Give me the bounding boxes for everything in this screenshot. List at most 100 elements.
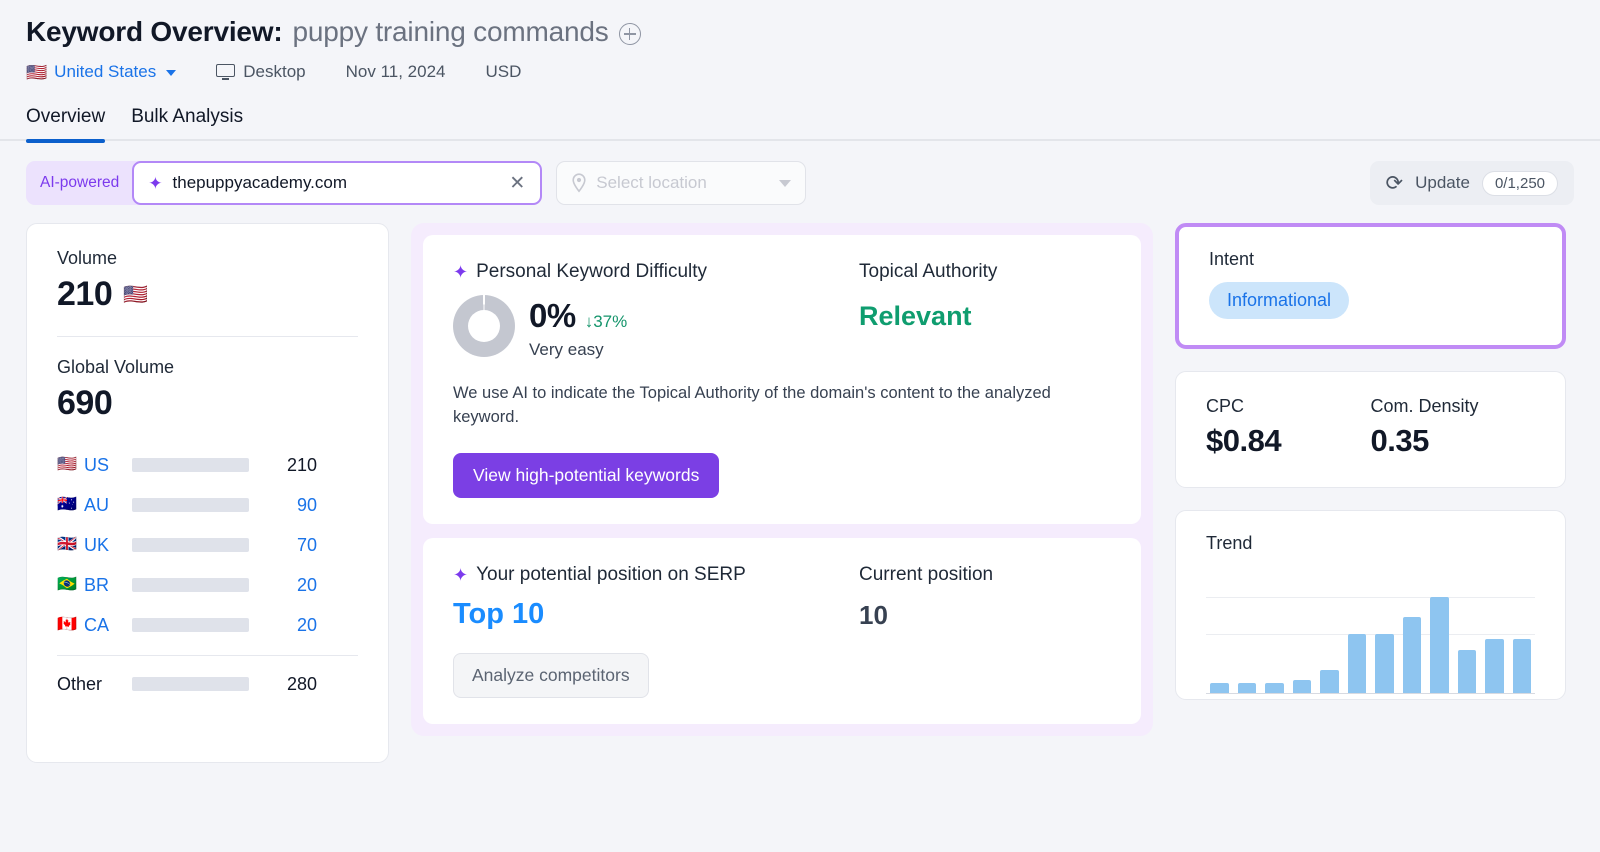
filter-bar: AI-powered ✦ thepuppyacademy.com ✕ Selec… — [0, 141, 1600, 205]
volume-value: 210 — [57, 275, 112, 314]
country-bar-track — [132, 538, 249, 552]
potential-position-header: ✦ Your potential position on SERP — [453, 564, 859, 586]
global-volume-value: 690 — [57, 384, 358, 423]
keyword-label: puppy training commands — [292, 16, 608, 48]
tab-overview-label: Overview — [26, 106, 105, 127]
keyword-overview-page: Keyword Overview: puppy training command… — [0, 0, 1600, 852]
currency-label-wrap: USD — [485, 62, 521, 82]
country-bar-track — [132, 458, 249, 472]
country-code: CA — [84, 615, 132, 636]
country-code: US — [84, 455, 132, 476]
difficulty-card: ✦ Personal Keyword Difficulty 0% ↓37% Ve… — [423, 235, 1141, 524]
tab-overview[interactable]: Overview — [26, 106, 105, 141]
country-volume-value: 20 — [265, 575, 317, 596]
other-value: 280 — [265, 674, 317, 695]
tab-bulk-analysis-label: Bulk Analysis — [131, 106, 243, 127]
trend-bar — [1430, 597, 1449, 693]
trend-bars — [1210, 574, 1531, 693]
trend-bar — [1485, 639, 1504, 693]
device-indicator: Desktop — [216, 62, 305, 82]
update-button[interactable]: ⟳ Update 0/1,250 — [1370, 161, 1574, 205]
pkd-header: ✦ Personal Keyword Difficulty — [453, 261, 859, 283]
left-column: Volume 210 🇺🇸 Global Volume 690 🇺🇸US210🇦… — [26, 223, 389, 763]
us-flag-icon: 🇺🇸 — [26, 64, 47, 81]
pkd-value-row: 0% ↓37% Very easy — [453, 295, 859, 360]
country-bar-track — [132, 578, 249, 592]
domain-input-value: thepuppyacademy.com — [173, 173, 497, 193]
pkd-value: 0% — [529, 297, 576, 335]
country-volume-list: 🇺🇸US210🇦🇺AU90🇬🇧UK70🇧🇷BR20🇨🇦CA20 — [57, 445, 358, 645]
trend-chart — [1206, 574, 1535, 694]
sparkle-icon: ✦ — [453, 263, 468, 281]
trend-bar — [1458, 650, 1477, 693]
add-keyword-icon[interactable] — [619, 23, 641, 45]
ai-powered-label: AI-powered — [40, 174, 132, 192]
tab-bulk-analysis[interactable]: Bulk Analysis — [131, 106, 243, 141]
trend-bar — [1210, 683, 1229, 693]
serp-head-row: ✦ Your potential position on SERP Top 10… — [453, 564, 1111, 631]
trend-baseline — [1206, 693, 1535, 694]
country-bar-track — [132, 618, 249, 632]
page-title: Keyword Overview: — [26, 16, 282, 48]
country-row[interactable]: 🇺🇸US 210 — [57, 445, 358, 485]
topical-authority-value: Relevant — [859, 301, 997, 332]
trend-card: Trend — [1175, 510, 1566, 700]
update-label: Update — [1415, 173, 1470, 193]
other-row: Other 280 — [57, 664, 358, 704]
country-volume-value: 70 — [265, 535, 317, 556]
country-volume-value: 210 — [265, 455, 317, 476]
divider — [57, 336, 358, 337]
potential-position-value: Top 10 — [453, 598, 859, 631]
density-label: Com. Density — [1371, 396, 1536, 417]
serp-position-card: ✦ Your potential position on SERP Top 10… — [423, 538, 1141, 724]
potential-position-block: ✦ Your potential position on SERP Top 10 — [453, 564, 859, 631]
pkd-value-line: 0% ↓37% — [529, 297, 627, 335]
cpc-block: CPC $0.84 — [1206, 396, 1371, 459]
country-label: United States — [54, 62, 156, 82]
intent-badge[interactable]: Informational — [1209, 282, 1349, 319]
title-row: Keyword Overview: puppy training command… — [26, 16, 1600, 48]
main-grid: Volume 210 🇺🇸 Global Volume 690 🇺🇸US210🇦… — [0, 205, 1600, 763]
trend-label: Trend — [1206, 533, 1535, 554]
clear-icon[interactable]: ✕ — [506, 174, 528, 193]
domain-input[interactable]: ✦ thepuppyacademy.com ✕ — [132, 161, 542, 205]
current-position-value: 10 — [859, 600, 993, 631]
volume-card: Volume 210 🇺🇸 Global Volume 690 🇺🇸US210🇦… — [26, 223, 389, 763]
trend-bar — [1293, 680, 1312, 693]
analyze-competitors-button[interactable]: Analyze competitors — [453, 653, 649, 698]
country-row[interactable]: 🇨🇦CA20 — [57, 605, 358, 645]
pkd-delta: ↓37% — [585, 312, 628, 332]
page-header: Keyword Overview: puppy training command… — [0, 0, 1600, 82]
us-flag-icon: 🇺🇸 — [123, 282, 147, 307]
current-position-block: Current position 10 — [859, 564, 993, 631]
cpc-density-card: CPC $0.84 Com. Density 0.35 — [1175, 371, 1566, 488]
pkd-text-block: 0% ↓37% Very easy — [529, 295, 627, 360]
trend-bar — [1375, 634, 1394, 694]
difficulty-donut-chart — [453, 295, 515, 357]
trend-bar — [1320, 670, 1339, 693]
topical-authority-block: Topical Authority Relevant — [859, 261, 997, 360]
update-quota-badge: 0/1,250 — [1482, 171, 1558, 196]
density-value: 0.35 — [1371, 423, 1536, 459]
view-high-potential-keywords-button[interactable]: View high-potential keywords — [453, 453, 719, 498]
meta-row: 🇺🇸 United States Desktop Nov 11, 2024 US… — [26, 62, 1600, 82]
volume-value-row: 210 🇺🇸 — [57, 275, 358, 314]
date-label-wrap: Nov 11, 2024 — [346, 62, 446, 82]
topical-authority-label: Topical Authority — [859, 261, 997, 283]
country-code: UK — [84, 535, 132, 556]
other-label: Other — [57, 674, 132, 695]
country-selector[interactable]: 🇺🇸 United States — [26, 62, 176, 82]
country-bar-track — [132, 498, 249, 512]
divider — [57, 655, 358, 656]
current-position-label: Current position — [859, 564, 993, 586]
country-flag-icon: 🇺🇸 — [57, 457, 84, 473]
right-column: Intent Informational CPC $0.84 Com. Dens… — [1175, 223, 1566, 700]
country-volume-value: 20 — [265, 615, 317, 636]
intent-card: Intent Informational — [1175, 223, 1566, 349]
country-row[interactable]: 🇧🇷BR20 — [57, 565, 358, 605]
cpc-value: $0.84 — [1206, 423, 1371, 459]
country-row[interactable]: 🇬🇧UK70 — [57, 525, 358, 565]
location-select[interactable]: Select location — [556, 161, 806, 205]
monitor-icon — [216, 64, 235, 80]
country-row[interactable]: 🇦🇺AU90 — [57, 485, 358, 525]
